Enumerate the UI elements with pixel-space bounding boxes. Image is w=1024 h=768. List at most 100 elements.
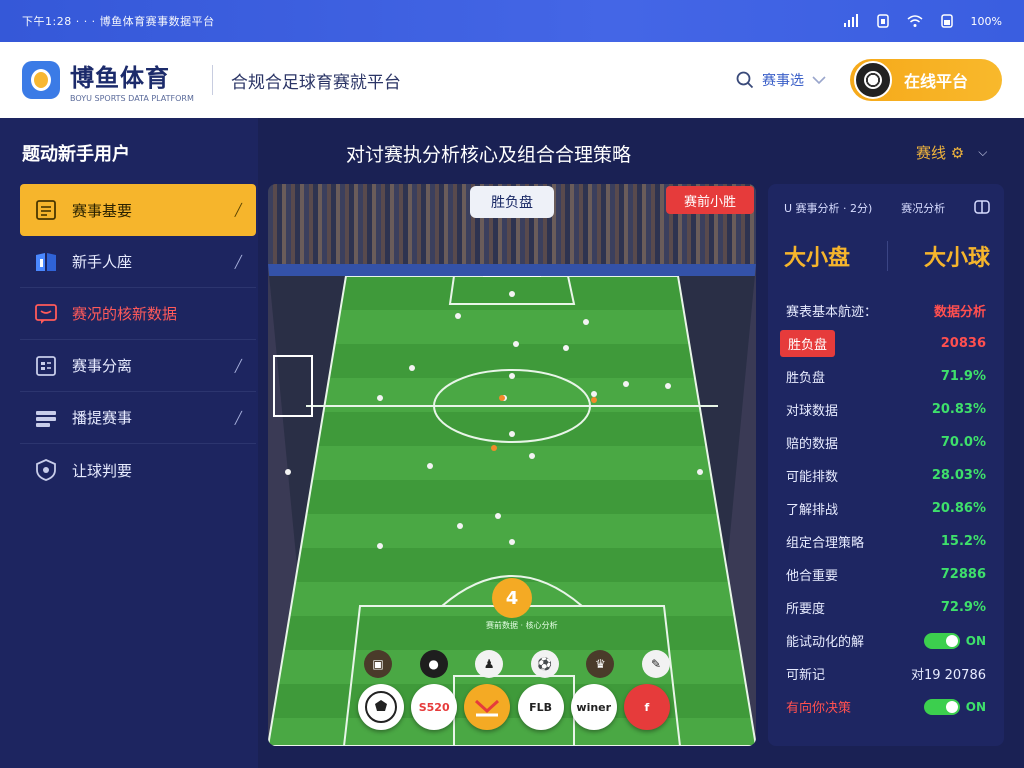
- tool-row: S520 FLB winer f: [358, 684, 670, 730]
- stat-row[interactable]: 赛表基本航迹： 数据分析: [768, 294, 1004, 327]
- sidebar-item-0[interactable]: 赛事基要 ╱: [20, 184, 256, 236]
- chart-icon: [475, 699, 500, 717]
- corner-tag[interactable]: 赛前小胜: [666, 186, 754, 214]
- book-icon: [36, 252, 56, 271]
- sidebar-item-label: 新手人座: [72, 253, 133, 271]
- player-count-badge: 4: [492, 578, 532, 618]
- panel-head-right: 赛况分析: [901, 202, 946, 215]
- search-icon: [736, 71, 754, 89]
- sidebar-item-label: 让球判要: [72, 461, 133, 480]
- battery-text: 100%: [970, 14, 1002, 28]
- stat-row-highlight[interactable]: 胜负盘 20836: [768, 327, 1004, 360]
- stat-row[interactable]: 胜负盘 71.9%: [768, 360, 1004, 393]
- list-icon: [36, 355, 56, 376]
- center-pill[interactable]: 胜负盘: [470, 186, 554, 218]
- flb-tool[interactable]: FLB: [517, 684, 564, 730]
- sidebar-title: 题动新手用户: [22, 144, 130, 165]
- toggle-switch[interactable]: ON: [923, 698, 986, 715]
- card-icon[interactable]: ▣: [364, 650, 392, 678]
- battery-icon: [940, 14, 953, 28]
- sidebar-item-3[interactable]: 赛事分离 ╱: [20, 340, 256, 392]
- soccer-ball-icon: [365, 691, 397, 723]
- soccer-ball-icon: [854, 61, 892, 99]
- logo-icon: [22, 61, 60, 99]
- status-icons: 100%: [843, 14, 1002, 28]
- over-under-label: 大小盘: [784, 246, 851, 271]
- analysis-panel: U 赛事分析 · 2分) 赛况分析 大小盘 大小球 赛表基本航迹： 数据分析 胜负…: [768, 184, 1004, 746]
- stat-row[interactable]: 可能排数 28.03%: [768, 459, 1004, 492]
- header-divider: [211, 65, 213, 95]
- brand: 博鱼体育 BOYU SPORTS DATA PLATFORM: [70, 58, 194, 103]
- sidebar-item-2[interactable]: 赛况的核新数据: [20, 288, 256, 340]
- search-dropdown[interactable]: 赛事选: [736, 70, 826, 90]
- chat-icon: [35, 303, 57, 324]
- arrow-icon: ╱: [234, 410, 242, 425]
- language-label: 赛线 ⚙: [916, 144, 965, 162]
- stat-row-toggle[interactable]: 有向你决策 ON: [768, 690, 1004, 723]
- sidebar-item-label: 赛事基要: [72, 201, 133, 220]
- status-bar: 下午1:28 · · · 博鱼体育赛事数据平台 100%: [0, 0, 1024, 42]
- sim-icon: [876, 14, 889, 28]
- whistle-icon[interactable]: ✎: [641, 650, 670, 678]
- stats-list: 赛表基本航迹： 数据分析 胜负盘 20836 胜负盘 71.9% 对球数据 20.83%…: [768, 294, 1004, 723]
- players: [285, 291, 703, 549]
- sidebar-item-5[interactable]: 让球判要: [20, 444, 256, 496]
- sidebar-item-4[interactable]: 播提赛事 ╱: [20, 392, 256, 444]
- sidebar-menu: 赛事基要 ╱ 新手人座 ╱ 赛况的核新数据 赛事分离 ╱ 播提赛事 ╱ 让球判要: [20, 184, 256, 496]
- online-button-label: 在线平台: [904, 72, 969, 91]
- document-icon: [36, 200, 56, 220]
- wifi-icon: [907, 15, 923, 27]
- winner-tool[interactable]: winer: [570, 684, 617, 730]
- player-icon[interactable]: ♟: [475, 650, 504, 678]
- header-tagline: 合规合足球育赛就平台: [230, 72, 401, 93]
- toggle-knob: [923, 632, 960, 649]
- arrow-icon: ╱: [234, 254, 242, 269]
- flag-tool[interactable]: f: [623, 684, 670, 730]
- s520-tool[interactable]: S520: [411, 684, 458, 730]
- chart-tool[interactable]: [464, 684, 511, 730]
- search-label: 赛事选: [762, 73, 804, 89]
- summary-divider: [886, 241, 888, 271]
- app-header: 博鱼体育 BOYU SPORTS DATA PLATFORM 合规合足球育赛就平…: [0, 42, 1024, 118]
- chevron-down-icon: [812, 76, 826, 85]
- stat-row[interactable]: 所要度 72.9%: [768, 591, 1004, 624]
- panel-header: U 赛事分析 · 2分) 赛况分析: [784, 200, 990, 216]
- settings-icon[interactable]: [974, 200, 990, 214]
- stat-row[interactable]: 对球数据 20.83%: [768, 393, 1004, 426]
- sidebar: 题动新手用户 赛事基要 ╱ 新手人座 ╱ 赛况的核新数据 赛事分离 ╱ 播提赛事…: [0, 118, 258, 768]
- online-platform-button[interactable]: 在线平台: [850, 59, 1002, 101]
- mini-icon-row: ▣ ● ♟ ⚽ ♛ ✎: [364, 650, 670, 678]
- status-text: 下午1:28 · · · 博鱼体育赛事数据平台: [22, 15, 215, 28]
- cup-icon[interactable]: ♛: [586, 650, 615, 678]
- stat-row[interactable]: 了解排战 20.86%: [768, 492, 1004, 525]
- main-title: 对讨赛执分析核心及组合合理策略: [346, 144, 632, 166]
- sidebar-item-label: 赛事分离: [72, 357, 133, 375]
- field-view[interactable]: 胜负盘 赛前小胜 4 赛前数据 · 核心分析 ▣ ● ♟ ⚽ ♛ ✎ S520 …: [268, 184, 756, 746]
- signal-icon: [843, 14, 858, 27]
- stack-icon: [36, 410, 56, 427]
- arrow-icon: ╱: [234, 203, 242, 217]
- goals-label: 大小球: [923, 246, 990, 271]
- toggle-knob: [923, 698, 960, 715]
- stadium-ad-board: [268, 264, 756, 276]
- stat-row[interactable]: 组定合理策略 15.2%: [768, 525, 1004, 558]
- field-caption: 赛前数据 · 核心分析: [486, 621, 558, 630]
- ball-mini-icon[interactable]: ●: [419, 650, 448, 678]
- panel-head-left: U 赛事分析 · 2分): [784, 202, 873, 215]
- kick-icon[interactable]: ⚽: [530, 650, 559, 678]
- brand-name: 博鱼体育: [70, 63, 170, 92]
- language-selector[interactable]: 赛线 ⚙ ⌵: [916, 142, 987, 163]
- shield-icon: [36, 459, 56, 481]
- toggle-switch[interactable]: ON: [923, 632, 986, 649]
- chevron-down-icon: ⌵: [978, 145, 988, 159]
- sidebar-item-1[interactable]: 新手人座 ╱: [20, 236, 256, 288]
- soccer-ball-tool[interactable]: [358, 684, 404, 730]
- sidebar-item-label: 播提赛事: [72, 409, 133, 427]
- sidebar-item-label: 赛况的核新数据: [72, 305, 178, 323]
- brand-subtitle: BOYU SPORTS DATA PLATFORM: [70, 93, 194, 103]
- stat-row-toggle[interactable]: 能试动化的解 ON: [768, 624, 1004, 657]
- stat-row[interactable]: 他合重要 72886: [768, 558, 1004, 591]
- stat-row[interactable]: 赔的数据 70.0%: [768, 426, 1004, 459]
- arrow-icon: ╱: [234, 358, 242, 373]
- stat-row[interactable]: 可新记 对19 20786: [768, 657, 1004, 690]
